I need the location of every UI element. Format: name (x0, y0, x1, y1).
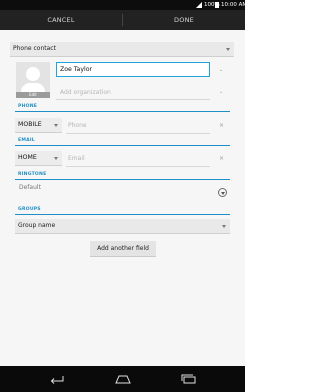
add-another-field-button[interactable]: Add another field (90, 241, 156, 257)
home-icon[interactable] (114, 373, 132, 385)
done-button[interactable]: DONE (123, 10, 245, 30)
avatar-head-icon (26, 67, 40, 81)
signal-icon (196, 2, 202, 8)
email-type-value: HOME (18, 154, 37, 161)
email-input[interactable]: Email (68, 155, 85, 162)
groups-chevron-icon (222, 225, 226, 228)
phone-input[interactable]: Phone (68, 122, 87, 129)
phone-underline (66, 133, 210, 134)
remove-email-icon[interactable]: × (219, 155, 224, 163)
battery-icon (215, 2, 219, 8)
remove-phone-icon[interactable]: × (219, 122, 224, 130)
phone-type-chevron-icon (54, 124, 58, 127)
avatar-edit-strip[interactable]: Edit (16, 92, 50, 98)
groups-dropdown[interactable]: Group name (15, 219, 230, 234)
name-expand-chevron-icon[interactable]: ⌄ (219, 67, 223, 73)
phone-section-label: PHONE (18, 104, 38, 109)
organization-expand-chevron-icon[interactable]: ⌄ (219, 89, 223, 95)
groups-section-divider (15, 214, 230, 215)
back-icon[interactable] (48, 373, 66, 385)
ringtone-value[interactable]: Default (19, 184, 41, 191)
phone-section-divider (15, 111, 230, 112)
account-type-dropdown[interactable]: Phone contact (10, 42, 234, 57)
recent-apps-icon[interactable] (180, 373, 198, 385)
name-field-value: Zoe Taylor (60, 66, 93, 73)
avatar-body-icon (21, 83, 45, 92)
ringtone-chevron-icon (221, 192, 225, 195)
ringtone-section-label: RINGTONE (18, 172, 47, 177)
chevron-down-icon (226, 48, 230, 51)
organization-field[interactable]: Add organization (60, 89, 111, 96)
phone-type-value: MOBILE (18, 121, 42, 128)
ringtone-section-divider (15, 179, 230, 180)
email-section-divider (15, 145, 230, 146)
email-underline (66, 166, 210, 167)
cancel-button[interactable]: CANCEL (0, 10, 122, 30)
account-type-value: Phone contact (13, 45, 56, 52)
email-type-chevron-icon (54, 157, 58, 160)
groups-section-label: GROUPS (18, 207, 41, 212)
status-time: 10:00 AM (221, 2, 248, 8)
groups-value: Group name (18, 222, 56, 229)
email-section-label: EMAIL (18, 138, 35, 143)
organization-underline (56, 99, 210, 100)
